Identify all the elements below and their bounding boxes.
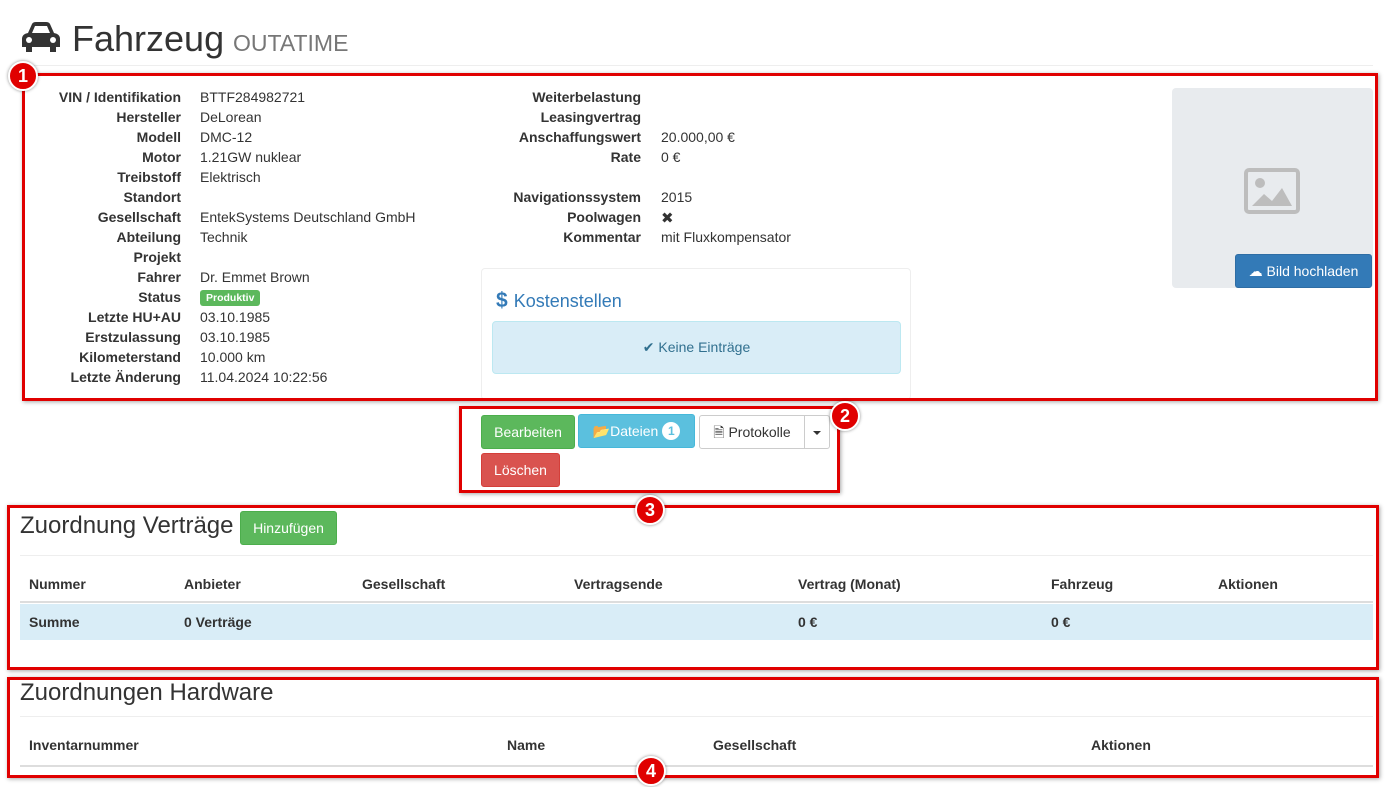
annotation-box-1 [22,73,1378,401]
annotation-badge-2: 2 [830,401,860,431]
page-title: Fahrzeug [72,18,225,59]
page-header: Fahrzeug OUTATIME [20,14,1373,66]
annotation-badge-3: 3 [635,495,665,525]
annotation-box-2 [459,406,840,493]
annotation-badge-1: 1 [8,61,38,91]
annotation-badge-4: 4 [636,756,666,786]
page-subtitle: OUTATIME [233,30,349,56]
annotation-box-3 [7,505,1379,670]
annotation-box-4 [7,677,1379,778]
car-icon [22,22,60,52]
